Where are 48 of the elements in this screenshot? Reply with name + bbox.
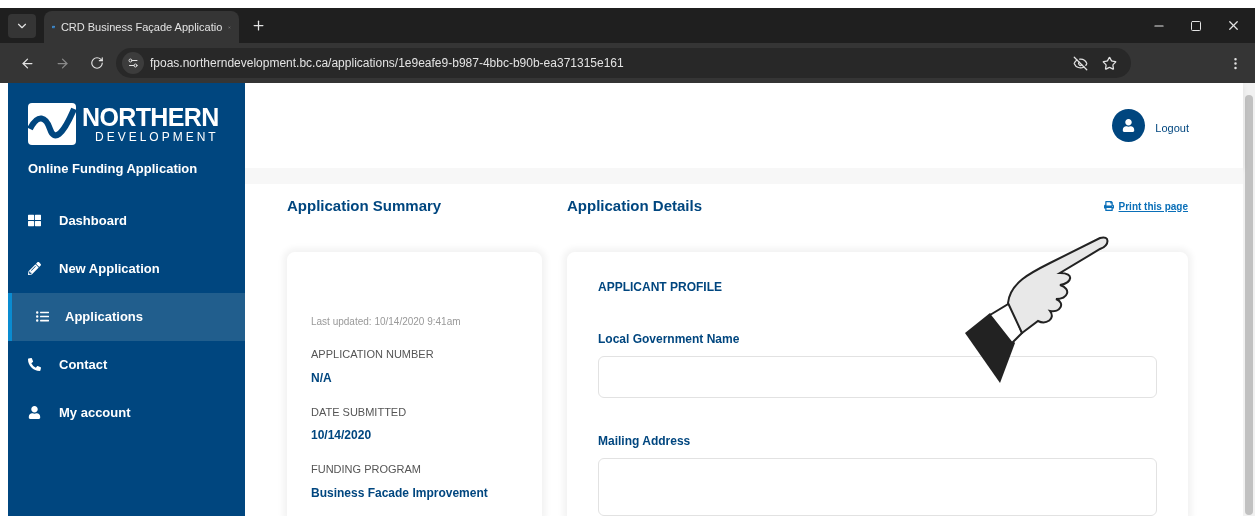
summary-label: APPLICATION NUMBER: [311, 347, 435, 362]
site-info-icon[interactable]: [122, 52, 144, 74]
sidebar-item[interactable]: New Application: [8, 244, 245, 293]
browser-tab[interactable]: CRD Business Façade Applicatio: [44, 11, 239, 43]
last-updated-text: Last updated: 10/14/2020 9:41am: [311, 315, 462, 329]
tab-search-button[interactable]: [8, 13, 36, 38]
brand-subtitle: DEVELOPMENT: [94, 130, 219, 144]
field-label: Mailing Address: [598, 433, 692, 450]
text-area-field[interactable]: [598, 458, 1157, 516]
section-heading: APPLICANT PROFILE: [598, 279, 723, 296]
bookmark-star-icon[interactable]: [1102, 55, 1117, 71]
url-text: fpoas.northerndevelopment.bc.ca/applications/1e9eafe9-b987-4bbc-b90b-ea371315e161: [150, 55, 625, 72]
user-icon: [28, 406, 41, 419]
print-icon[interactable]: [1103, 201, 1114, 211]
summary-label: FUNDING PROGRAM: [311, 462, 422, 477]
forward-icon[interactable]: [55, 55, 70, 71]
tab-title: CRD Business Façade Applicatio: [60, 19, 223, 35]
list-icon: [36, 310, 49, 323]
avatar-button[interactable]: [1112, 108, 1146, 142]
brand-tagline: Online Funding Application: [27, 160, 199, 178]
user-icon: [1122, 118, 1136, 132]
sidebar-item[interactable]: My account: [8, 388, 245, 437]
brand-logo-icon: [28, 103, 76, 145]
print-link[interactable]: Print this page: [1118, 198, 1188, 214]
summary-heading: Application Summary: [287, 196, 443, 216]
summary-value: 10/14/2020: [311, 427, 373, 444]
summary-value: Business Facade Improvement: [311, 484, 489, 502]
reload-icon[interactable]: [90, 56, 104, 70]
maximize-icon[interactable]: [1190, 19, 1202, 32]
grid-icon: [28, 214, 41, 227]
sliders-icon: [127, 57, 139, 69]
close-window-icon[interactable]: [1226, 18, 1241, 33]
summary-value: N/A: [311, 369, 333, 387]
field-label: Local Government Name: [598, 331, 741, 348]
eye-off-icon[interactable]: [1073, 55, 1088, 71]
input-field[interactable]: [598, 356, 1157, 398]
address-bar[interactable]: fpoas.northerndevelopment.bc.ca/applications/1e9eafe9-b987-4bbc-b90b-ea371315e161: [116, 48, 1131, 78]
new-tab-icon[interactable]: [251, 18, 266, 33]
details-heading: Application Details: [567, 195, 704, 216]
sidebar-item[interactable]: Applications: [8, 292, 245, 341]
sidebar-item[interactable]: Dashboard: [8, 196, 245, 245]
sidebar-item[interactable]: Contact: [8, 340, 245, 389]
summary-label: DATE SUBMITTED: [311, 404, 408, 420]
phone-icon: [28, 358, 41, 371]
back-icon[interactable]: [20, 55, 35, 71]
pencil-icon: [28, 262, 41, 275]
brand-name: NORTHERN: [82, 104, 219, 130]
logout-link[interactable]: Logout: [1155, 120, 1189, 137]
